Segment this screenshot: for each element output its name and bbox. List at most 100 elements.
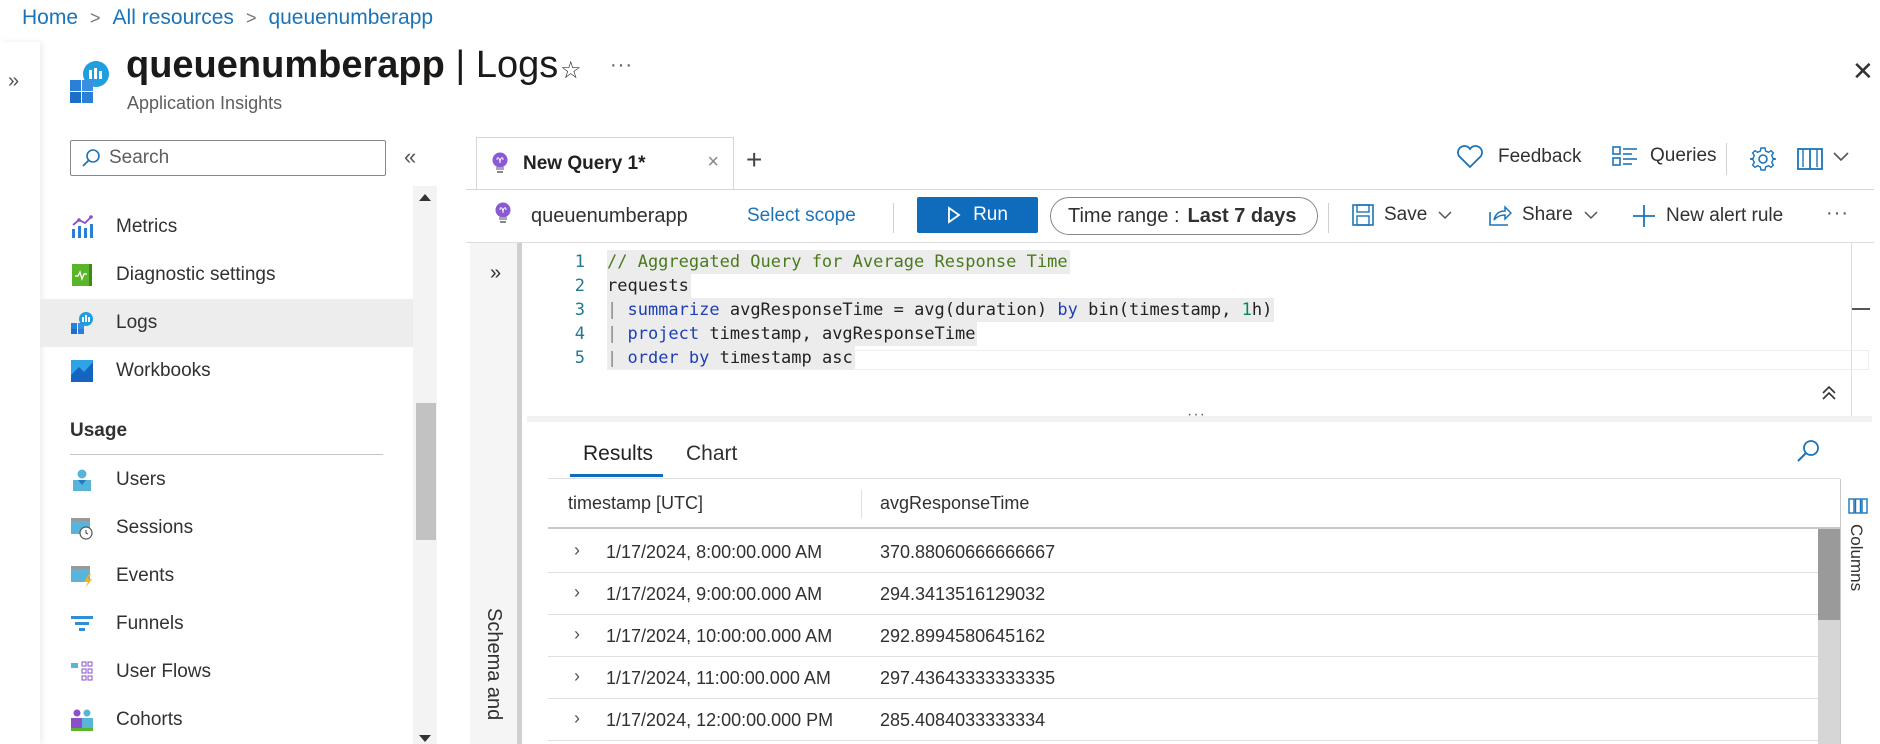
sidebar-item-label: Events — [116, 565, 175, 586]
feedback-button[interactable]: Feedback — [1456, 145, 1581, 169]
tab-label: New Query 1* — [523, 153, 646, 174]
sidebar-item-users[interactable]: Users — [40, 456, 413, 504]
expand-row-chevron-icon[interactable]: › — [574, 540, 580, 561]
table-row[interactable]: › 1/17/2024, 8:00:00.000 AM 370.8806066666… — [548, 531, 1818, 573]
results-scrollbar[interactable] — [1818, 529, 1840, 744]
tab-new-query-1[interactable]: New Query 1* × — [476, 137, 734, 190]
chevron-right-icon: > — [245, 7, 257, 28]
cell-timestamp: 1/17/2024, 11:00:00.000 AM — [606, 668, 831, 688]
sidebar-item-label: Sessions — [116, 517, 194, 538]
code-token-kw: by — [1057, 300, 1078, 320]
code-token-plain: avgResponseTime = avg(duration) — [719, 300, 1058, 320]
table-row[interactable]: › 1/17/2024, 12:00:00.000 PM 285.408403333… — [548, 699, 1818, 741]
funnels-icon — [70, 612, 94, 636]
columns-pane-label[interactable]: Columns — [1846, 524, 1866, 591]
scrollbar-thumb[interactable] — [416, 403, 436, 540]
add-tab-icon[interactable]: + — [746, 144, 762, 176]
schema-panel-label[interactable]: Schema and — [482, 608, 505, 720]
collapse-editor-icon[interactable] — [1820, 384, 1838, 402]
play-icon — [947, 206, 961, 224]
close-tab-icon[interactable]: × — [707, 151, 719, 174]
time-range-label: Time range : — [1068, 204, 1180, 227]
sidebar-item-events[interactable]: Events — [40, 552, 413, 600]
scroll-down-arrow-icon[interactable] — [419, 735, 431, 742]
close-icon[interactable]: ✕ — [1852, 56, 1874, 87]
user-flows-icon — [70, 660, 94, 684]
collapse-sidebar-icon[interactable]: « — [404, 144, 416, 170]
column-header-avg-response-time[interactable]: avgResponseTime — [880, 493, 1029, 514]
columns-icon[interactable] — [1848, 498, 1868, 514]
code-text: // Aggregated Query for Average Response… — [607, 250, 1070, 274]
breadcrumb-resource[interactable]: queuenumberapp — [268, 6, 433, 30]
time-range-picker[interactable]: Time range : Last 7 days — [1050, 197, 1318, 235]
expand-row-chevron-icon[interactable]: › — [574, 666, 580, 687]
search-icon[interactable] — [1795, 438, 1821, 464]
expand-nav-icon[interactable]: » — [8, 70, 19, 93]
code-text: requests — [607, 274, 691, 298]
divider — [1726, 143, 1727, 175]
expand-schema-icon[interactable]: » — [490, 262, 501, 285]
code-token-plain: h) — [1251, 300, 1273, 320]
usage-section-heading: Usage — [70, 420, 128, 441]
favorite-star-icon[interactable]: ☆ — [560, 56, 582, 85]
save-disk-icon — [1352, 204, 1374, 226]
query-editor[interactable]: 1 // Aggregated Query for Average Respons… — [527, 243, 1852, 416]
sidebar-item-metrics[interactable]: Metrics — [40, 203, 413, 251]
tab-chart[interactable]: Chart — [686, 442, 737, 466]
splitter-handle-icon[interactable]: ··· — [1187, 406, 1206, 424]
gear-icon[interactable] — [1750, 146, 1776, 172]
breadcrumb-home[interactable]: Home — [22, 6, 78, 30]
scrollbar-thumb[interactable] — [1818, 529, 1840, 620]
expand-row-chevron-icon[interactable]: › — [574, 624, 580, 645]
table-row[interactable]: › 1/17/2024, 11:00:00.000 AM 297.436433333… — [548, 657, 1818, 699]
save-button[interactable]: Save — [1352, 204, 1453, 226]
book-icon[interactable] — [1797, 147, 1823, 171]
more-options-icon[interactable]: ··· — [1826, 202, 1849, 225]
table-row[interactable]: › 1/17/2024, 10:00:00.000 AM 292.899458064… — [548, 615, 1818, 657]
expand-row-chevron-icon[interactable]: › — [574, 582, 580, 603]
share-icon — [1488, 204, 1512, 226]
scroll-up-arrow-icon[interactable] — [419, 194, 431, 201]
sidebar-item-label: Funnels — [116, 613, 184, 634]
sidebar-item-user-flows[interactable]: User Flows — [40, 648, 413, 696]
cohorts-icon — [70, 708, 94, 732]
cell-timestamp: 1/17/2024, 10:00:00.000 AM — [606, 626, 833, 646]
sidebar-search[interactable] — [70, 140, 386, 176]
columns-pane[interactable] — [1840, 479, 1880, 744]
column-divider[interactable] — [861, 490, 862, 518]
run-button[interactable]: Run — [917, 197, 1038, 233]
divider — [1328, 203, 1329, 233]
active-tab-indicator — [570, 474, 663, 477]
new-alert-rule-label: New alert rule — [1666, 205, 1784, 226]
select-scope-link[interactable]: Select scope — [747, 205, 856, 227]
sidebar-search-input[interactable] — [109, 147, 369, 169]
expand-row-chevron-icon[interactable]: › — [574, 708, 580, 729]
code-token-plain: requests — [607, 276, 689, 296]
line-number: 1 — [574, 252, 585, 272]
column-header-timestamp[interactable]: timestamp [UTC] — [568, 493, 703, 514]
tab-results[interactable]: Results — [583, 442, 653, 466]
sidebar-item-funnels[interactable]: Funnels — [40, 600, 413, 648]
table-row[interactable]: › 1/17/2024, 9:00:00.000 AM 294.3413516129… — [548, 573, 1818, 615]
sidebar-item-sessions[interactable]: Sessions — [40, 504, 413, 552]
chevron-down-icon[interactable] — [1832, 151, 1850, 163]
sidebar-item-workbooks[interactable]: Workbooks — [40, 347, 413, 395]
line-number: 5 — [574, 348, 585, 368]
breadcrumb-all-resources[interactable]: All resources — [113, 6, 234, 30]
queries-button[interactable]: Queries — [1612, 145, 1717, 167]
save-label: Save — [1384, 204, 1428, 225]
code-text: | project timestamp, avgResponseTime — [607, 322, 978, 346]
time-range-value: Last 7 days — [1187, 204, 1297, 227]
chevron-right-icon: > — [90, 7, 101, 28]
new-alert-rule-button[interactable]: New alert rule — [1632, 204, 1783, 228]
sidebar-scrollbar[interactable] — [413, 186, 437, 744]
share-button[interactable]: Share — [1488, 204, 1599, 226]
cell-avg-response-time: 285.4084033333334 — [880, 710, 1046, 730]
more-options-icon[interactable]: ··· — [610, 54, 633, 77]
application-insights-icon — [68, 60, 112, 104]
scope-name: queuenumberapp — [531, 205, 688, 227]
sidebar-item-diagnostic-settings[interactable]: Diagnostic settings — [40, 251, 413, 299]
sidebar-item-logs[interactable]: Logs — [40, 299, 413, 347]
logs-icon — [70, 311, 94, 335]
sidebar-item-cohorts[interactable]: Cohorts — [40, 696, 413, 744]
